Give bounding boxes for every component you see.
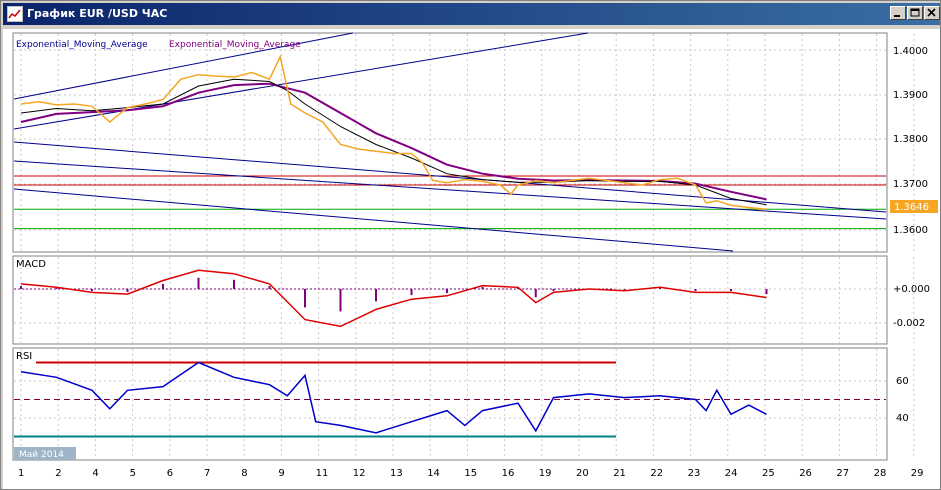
x-tick: 7 (204, 468, 210, 479)
ema-legend-1: Exponential_Moving_Average (16, 40, 148, 50)
price-tick: 1.3700 (893, 179, 928, 190)
x-tick: 8 (241, 468, 247, 479)
rsi-tick: 40 (896, 413, 909, 424)
x-tick: 1 (18, 468, 24, 479)
x-tick: 5 (130, 468, 136, 479)
x-tick: 14 (427, 468, 440, 479)
window-title: График EUR /USD ЧАС (27, 7, 168, 20)
macd-panel (12, 255, 888, 345)
rsi-tick: 60 (896, 376, 909, 387)
chart-area[interactable]: Exponential_Moving_Average Exponential_M… (3, 29, 940, 489)
x-tick: 21 (613, 468, 626, 479)
rsi-label: RSI (16, 351, 32, 362)
rsi-panel (12, 347, 888, 461)
x-tick: 6 (167, 468, 173, 479)
x-tick: 13 (390, 468, 403, 479)
x-tick: 22 (650, 468, 663, 479)
x-tick: 16 (502, 468, 515, 479)
x-tick: 4 (92, 468, 98, 479)
current-price: 1.3646 (894, 202, 929, 213)
x-tick: 15 (464, 468, 477, 479)
minimize-button[interactable] (890, 6, 906, 20)
macd-label: MACD (16, 259, 46, 270)
chart-icon (7, 6, 23, 22)
price-panel (12, 32, 888, 253)
x-tick: 28 (874, 468, 887, 479)
price-tick: 1.3600 (893, 225, 928, 236)
x-tick: 11 (316, 468, 329, 479)
x-tick: 25 (762, 468, 775, 479)
x-tick: 19 (539, 468, 552, 479)
maximize-button[interactable] (907, 6, 923, 20)
macd-tick: -0.002 (893, 318, 925, 329)
x-tick: 24 (725, 468, 738, 479)
macd-tick: +0.000 (893, 284, 930, 295)
period-label: Май 2014 (19, 450, 64, 460)
x-axis: 1 2 4 5 6 7 8 9 11 12 13 14 15 16 19 20 21 22 23 24 25 26 27 28… (18, 468, 924, 479)
x-tick: 23 (688, 468, 701, 479)
x-tick: 26 (799, 468, 812, 479)
chart-window: График EUR /USD ЧАС Exponential_Moving_A… (0, 0, 941, 490)
price-tick: 1.3900 (893, 90, 928, 101)
close-button[interactable] (924, 6, 940, 20)
x-tick: 12 (353, 468, 366, 479)
price-tick: 1.4000 (893, 46, 928, 57)
price-tick: 1.3800 (893, 134, 928, 145)
x-tick: 9 (278, 468, 284, 479)
chart-canvas[interactable]: Exponential_Moving_Average Exponential_M… (3, 29, 940, 489)
x-tick: 2 (55, 468, 61, 479)
ema-legend-2: Exponential_Moving_Average (169, 40, 301, 50)
title-bar[interactable]: График EUR /USD ЧАС (3, 3, 940, 25)
x-tick: 20 (576, 468, 589, 479)
x-tick: 27 (836, 468, 849, 479)
x-tick: 29 (911, 468, 924, 479)
